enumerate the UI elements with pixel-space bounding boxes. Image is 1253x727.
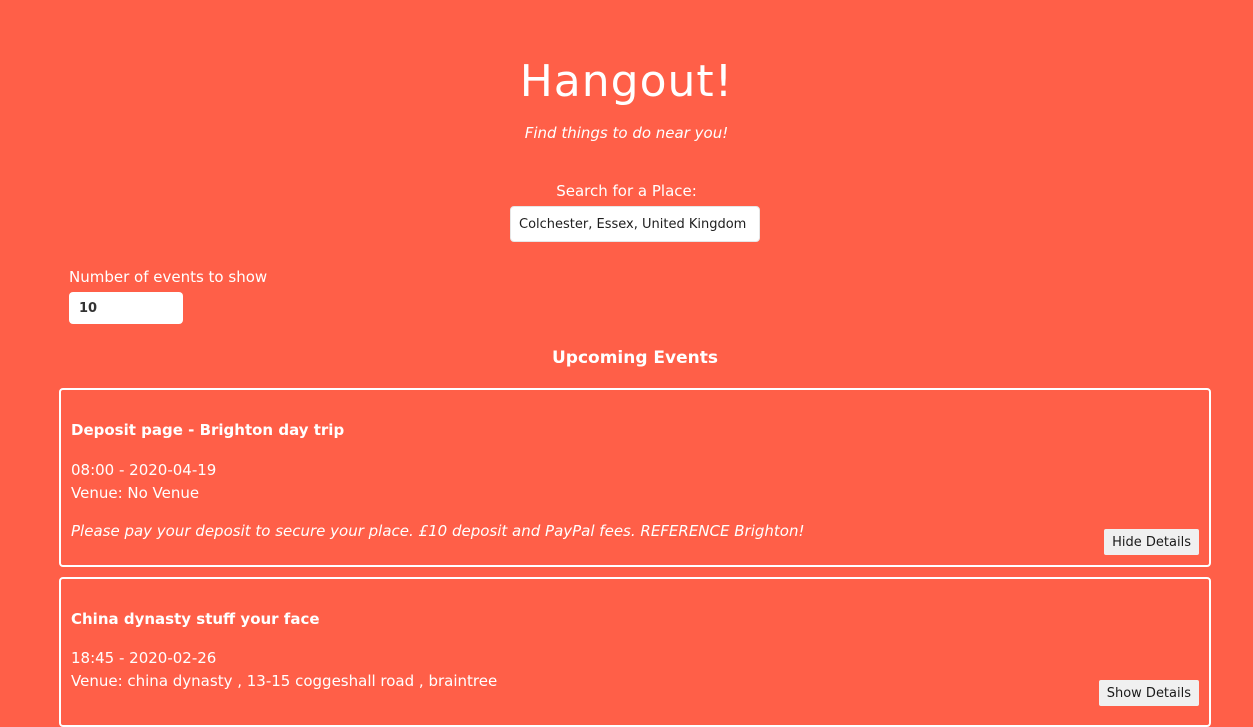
event-venue: Venue: china dynasty , 13-15 coggeshall … <box>71 672 498 690</box>
event-venue: Venue: No Venue <box>71 484 200 502</box>
tagline: Find things to do near you! <box>524 124 729 142</box>
event-time: 18:45 - 2020-02-26 <box>71 649 217 667</box>
event-title: China dynasty stuff your face <box>71 610 320 628</box>
app-title: Hangout! <box>519 56 734 107</box>
event-time: 08:00 - 2020-04-19 <box>71 461 217 479</box>
event-title: Deposit page - Brighton day trip <box>71 421 345 439</box>
hide-details-button[interactable]: Hide Details <box>1104 529 1199 555</box>
event-card: Deposit page - Brighton day trip 08:00 -… <box>59 388 1211 567</box>
event-count-input[interactable] <box>69 292 183 324</box>
event-count-label: Number of events to show <box>69 268 268 286</box>
event-card: China dynasty stuff your face 18:45 - 20… <box>59 577 1211 727</box>
show-details-button[interactable]: Show Details <box>1098 680 1199 706</box>
upcoming-events-heading: Upcoming Events <box>551 348 719 368</box>
event-description: Please pay your deposit to secure your p… <box>71 522 805 540</box>
place-search-input[interactable] <box>510 206 760 242</box>
search-label: Search for a Place: <box>556 182 697 200</box>
